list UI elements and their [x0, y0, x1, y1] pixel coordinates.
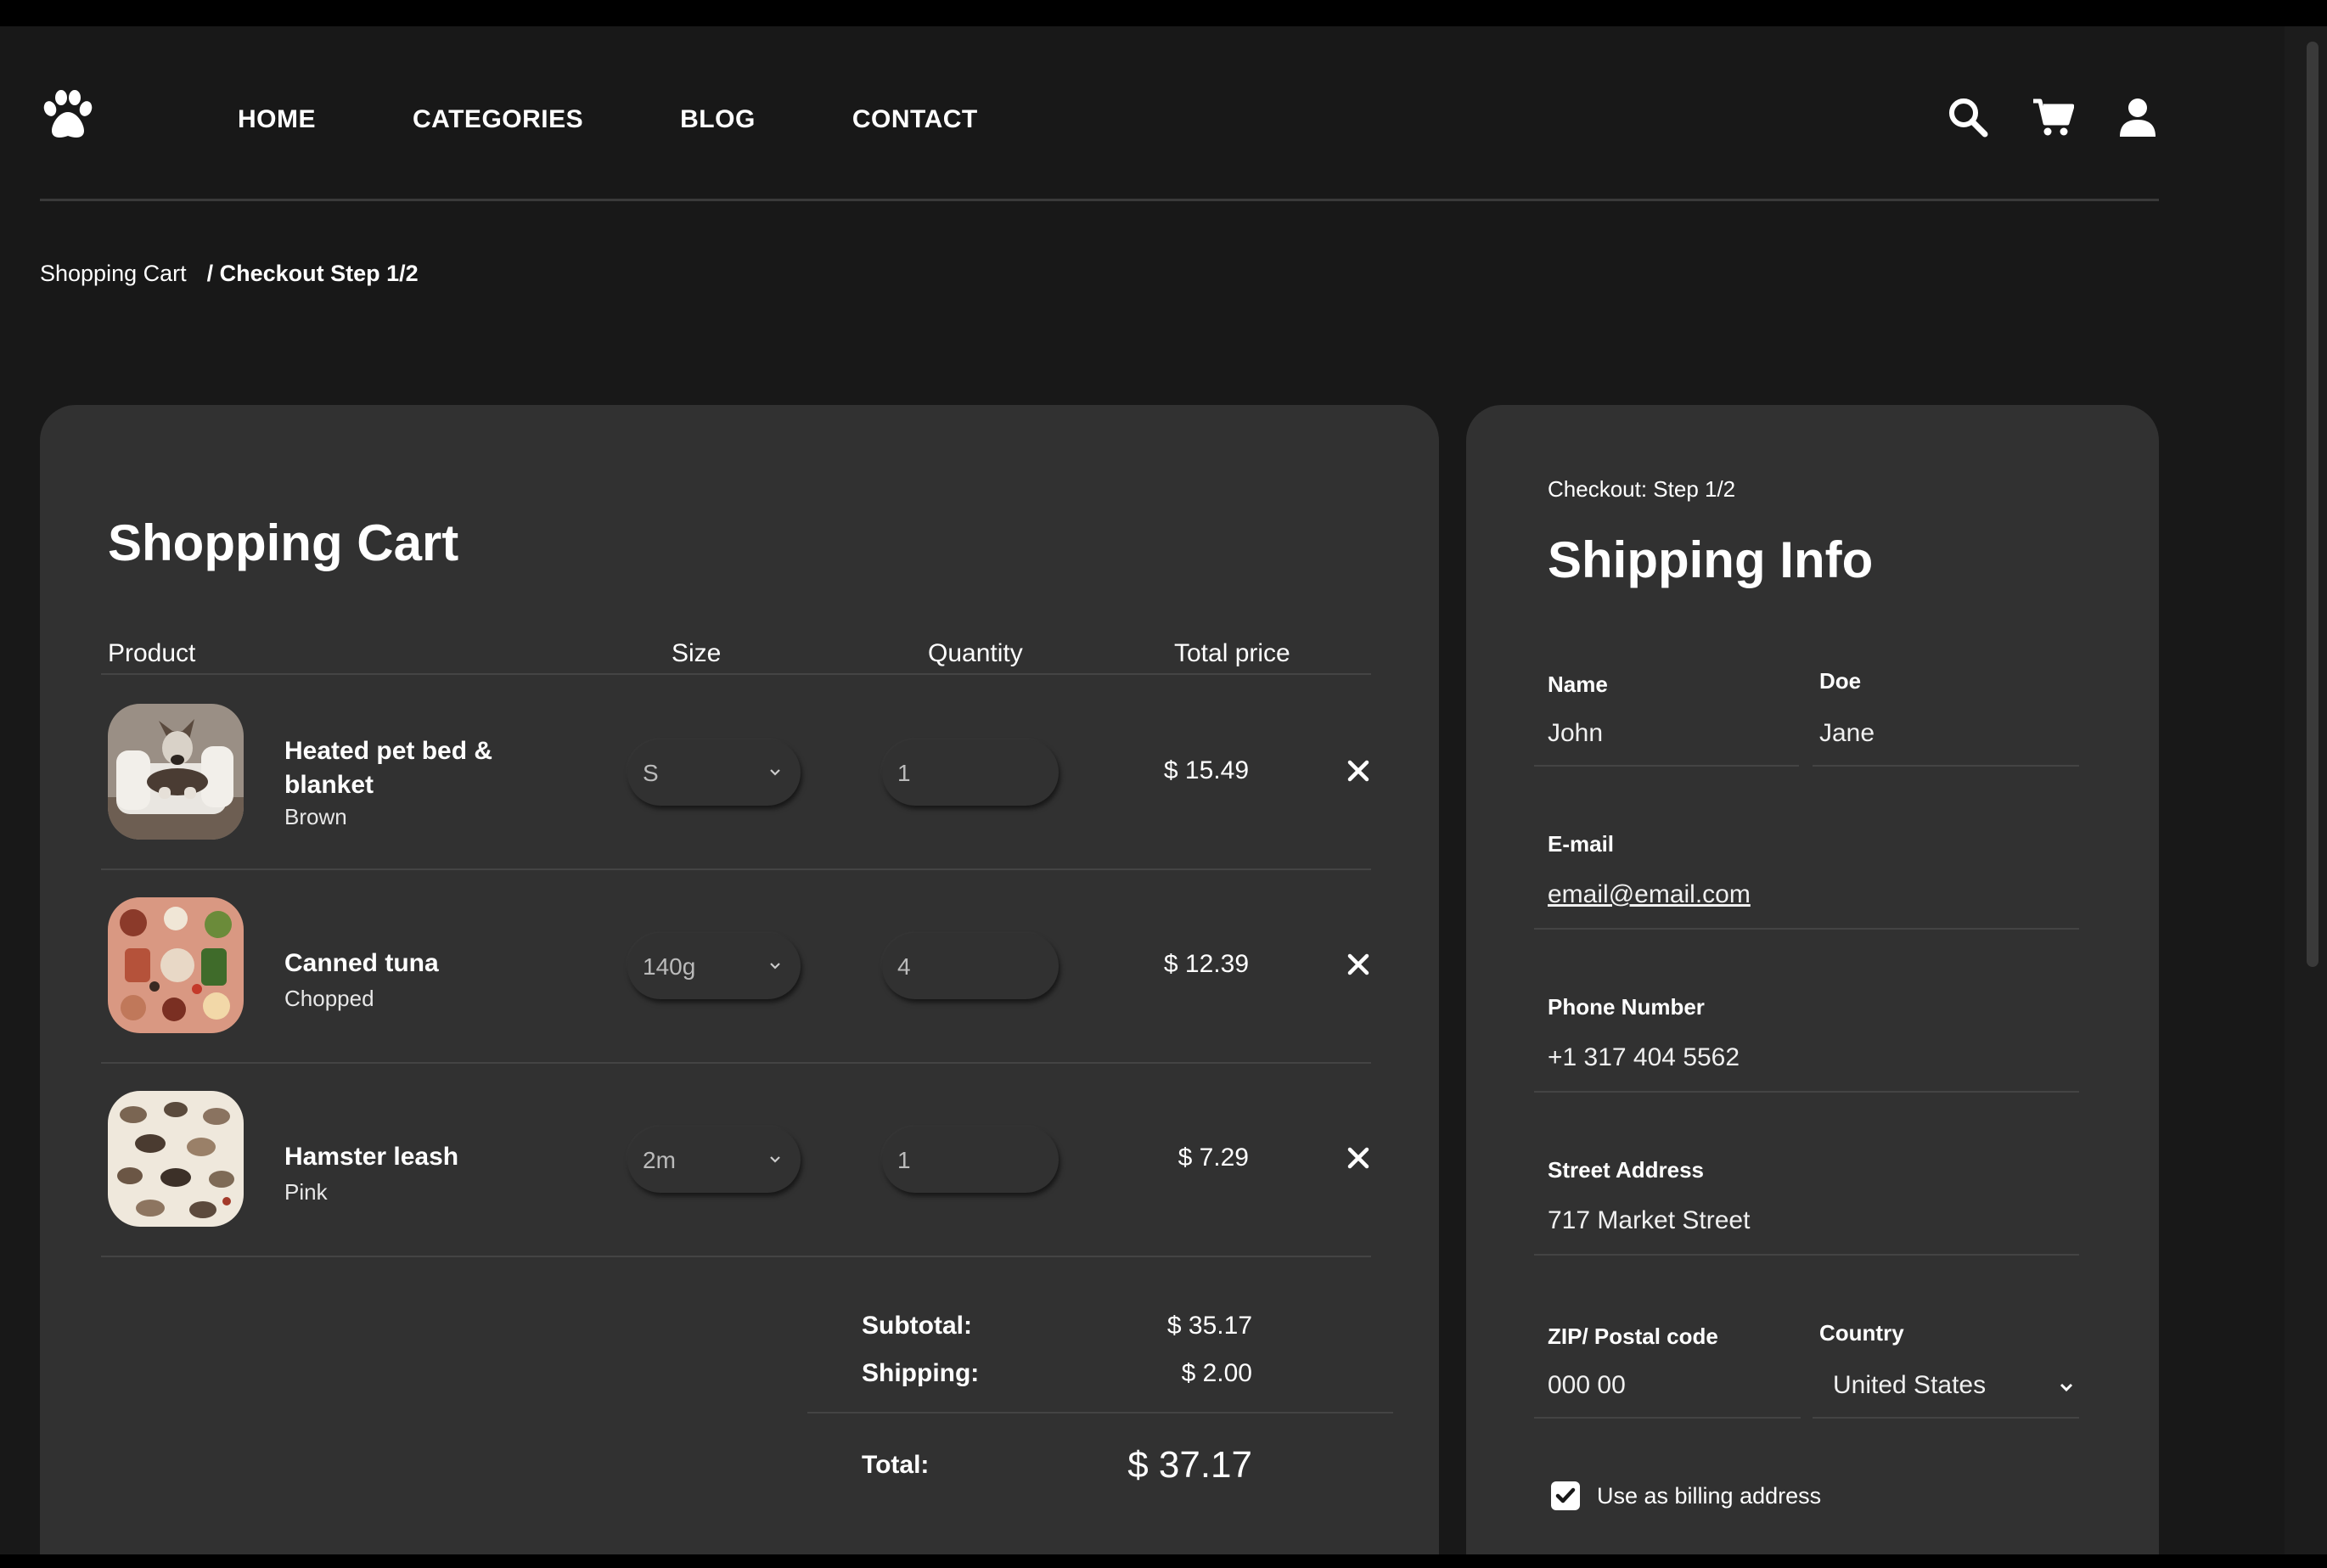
item-total-price: $ 12.39 [1163, 950, 1249, 978]
close-icon[interactable] [1346, 1145, 1371, 1171]
quantity-input[interactable]: 4 [882, 933, 1059, 999]
email-field[interactable]: E-mail email@email.com [1534, 821, 2079, 930]
subtotal-label: Subtotal: [862, 1312, 972, 1340]
size-select[interactable]: S [627, 739, 801, 806]
street-address-field[interactable]: Street Address 717 Market Street [1534, 1147, 2079, 1256]
item-total-price: $ 15.49 [1163, 756, 1249, 784]
close-icon[interactable] [1346, 758, 1371, 784]
country-label: Country [1819, 1320, 1904, 1346]
product-name[interactable]: Hamster leash [284, 1140, 539, 1174]
cart-row: Heated pet bed & blanket Brown S 1 $ 15.… [101, 677, 1371, 870]
quantity-input[interactable]: 1 [882, 1127, 1059, 1193]
phone-field[interactable]: Phone Number +1 317 404 5562 [1534, 984, 2079, 1093]
chevron-down-icon [770, 1156, 780, 1163]
product-image-pet-bed [108, 704, 244, 840]
zip-field[interactable]: ZIP/ Postal code 000 00 [1534, 1310, 1801, 1419]
nav-contact[interactable]: CONTACT [852, 105, 978, 134]
header-actions [1947, 96, 2159, 138]
breadcrumb-shopping-cart[interactable]: Shopping Cart [40, 261, 187, 287]
checkout-step-label: Checkout: Step 1/2 [1548, 476, 1736, 502]
last-name-field[interactable]: Doe Jane [1813, 661, 2079, 767]
last-name-label: Doe [1819, 668, 1862, 694]
quantity-input[interactable]: 1 [882, 739, 1059, 806]
street-label: Street Address [1548, 1157, 1704, 1183]
size-value: 2m [643, 1147, 676, 1173]
first-name-field[interactable]: Name John [1534, 661, 1799, 767]
shopping-cart-panel: Shopping Cart Product Size Quantity Tota… [40, 405, 1439, 1554]
user-icon[interactable] [2116, 96, 2159, 138]
total-line: Total: $ 37.17 [807, 1413, 1393, 1498]
shipping-label: Shipping: [862, 1359, 980, 1387]
size-select[interactable]: 2m [627, 1127, 801, 1193]
scrollbar-track[interactable] [2285, 26, 2327, 1554]
product-variant: Pink [284, 1179, 328, 1205]
phone-value[interactable]: +1 317 404 5562 [1548, 1043, 1740, 1072]
cart-icon[interactable] [2032, 96, 2075, 138]
product-image-canned-tuna [108, 897, 244, 1033]
total-value: $ 37.17 [1127, 1444, 1252, 1486]
shipping-line: Shipping: $ 2.00 [807, 1359, 1393, 1407]
size-value: S [643, 760, 659, 786]
chevron-down-icon [2060, 1383, 2073, 1392]
cart-table-header: Product Size Quantity Total price [101, 632, 1371, 675]
first-name-label: Name [1548, 672, 1608, 697]
order-summary: Subtotal: $ 35.17 Shipping: $ 2.00 Total… [807, 1312, 1393, 1498]
nav-blog[interactable]: BLOG [680, 105, 756, 134]
nav-categories[interactable]: CATEGORIES [413, 105, 583, 134]
email-label: E-mail [1548, 831, 1615, 857]
search-icon[interactable] [1947, 96, 1989, 138]
column-product: Product [108, 639, 196, 667]
check-icon [1555, 1487, 1576, 1503]
product-name[interactable]: Heated pet bed & blanket [284, 734, 539, 802]
size-select[interactable]: 140g [627, 933, 801, 999]
size-value: 140g [643, 953, 696, 980]
shipping-value: $ 2.00 [1181, 1359, 1252, 1387]
breadcrumb-current: / Checkout Step 1/2 [206, 261, 419, 286]
billing-address-option[interactable]: Use as billing address [1551, 1481, 1821, 1510]
zip-label: ZIP/ Postal code [1548, 1324, 1718, 1349]
subtotal-line: Subtotal: $ 35.17 [807, 1312, 1393, 1359]
column-quantity: Quantity [928, 639, 1023, 667]
cart-row: Hamster leash Pink 2m 1 $ 7.29 [101, 1064, 1371, 1257]
shipping-info-panel: Checkout: Step 1/2 Shipping Info Name Jo… [1466, 405, 2159, 1554]
site-header: HOME CATEGORIES BLOG CONTACT [40, 26, 2159, 201]
item-total-price: $ 7.29 [1178, 1144, 1249, 1172]
app-screen: HOME CATEGORIES BLOG CONTACT Shopping Ca… [0, 26, 2327, 1554]
close-icon[interactable] [1346, 952, 1371, 977]
column-total-price: Total price [1174, 639, 1290, 667]
product-variant: Chopped [284, 986, 374, 1011]
chevron-down-icon [770, 963, 780, 969]
last-name-value[interactable]: Jane [1819, 719, 1875, 748]
product-image-hamster-leash [108, 1091, 244, 1227]
product-variant: Brown [284, 804, 347, 829]
cart-row: Canned tuna Chopped 140g 4 $ 12.39 [101, 870, 1371, 1064]
product-name[interactable]: Canned tuna [284, 947, 539, 981]
email-value[interactable]: email@email.com [1548, 880, 1751, 909]
chevron-down-icon [770, 769, 780, 776]
street-value[interactable]: 717 Market Street [1548, 1206, 1750, 1235]
scrollbar-thumb[interactable] [2307, 42, 2319, 967]
total-label: Total: [862, 1451, 930, 1479]
country-value[interactable]: United States [1833, 1371, 1986, 1400]
zip-value[interactable]: 000 00 [1548, 1371, 1626, 1400]
breadcrumb: Shopping Cart / Checkout Step 1/2 [40, 261, 419, 287]
country-select[interactable]: Country United States [1813, 1310, 2079, 1419]
shipping-title: Shipping Info [1548, 531, 1874, 588]
billing-checkbox[interactable] [1551, 1481, 1580, 1510]
billing-label: Use as billing address [1597, 1482, 1822, 1509]
phone-label: Phone Number [1548, 994, 1705, 1020]
nav-home[interactable]: HOME [238, 105, 316, 134]
main-nav: HOME CATEGORIES BLOG CONTACT [238, 105, 1075, 134]
first-name-value[interactable]: John [1548, 719, 1603, 748]
paw-icon[interactable] [40, 90, 96, 141]
column-size: Size [672, 639, 722, 667]
cart-title: Shopping Cart [108, 514, 459, 571]
subtotal-value: $ 35.17 [1166, 1312, 1252, 1340]
